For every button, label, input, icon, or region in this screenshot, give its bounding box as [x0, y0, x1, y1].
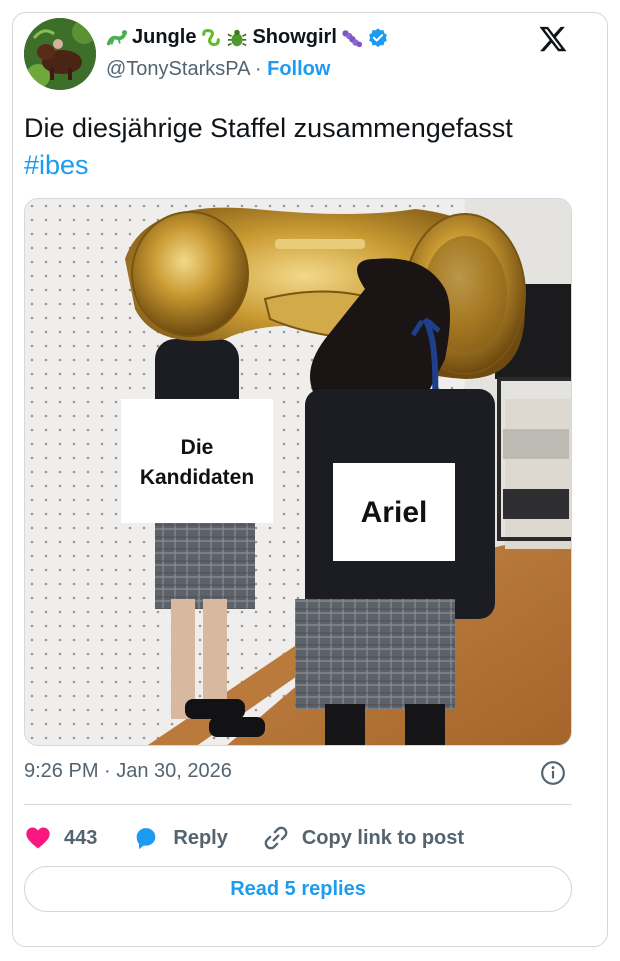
- follow-button[interactable]: Follow: [267, 58, 330, 80]
- tweet-body: Die diesjährige Staffel zusammengefasst: [24, 113, 513, 143]
- display-name[interactable]: Jungle Showgirl: [106, 26, 389, 49]
- link-icon: [264, 826, 288, 850]
- copy-link-button[interactable]: Copy link to post: [262, 824, 464, 852]
- label-left-line1: Die: [181, 436, 214, 459]
- lizard-icon: [106, 29, 128, 45]
- like-button[interactable]: 443: [24, 824, 97, 852]
- x-logo-icon[interactable]: [538, 24, 568, 54]
- display-name-part-1: Jungle: [132, 26, 197, 48]
- timestamp[interactable]: 9:26 PM · Jan 30, 2026: [24, 760, 232, 783]
- hashtag-link[interactable]: #ibes: [24, 150, 89, 180]
- label-right: Ariel: [361, 496, 428, 529]
- action-bar: 443 Reply Copy link to post: [24, 820, 498, 856]
- avatar[interactable]: [24, 18, 96, 90]
- handle[interactable]: @TonyStarksPA: [106, 58, 249, 80]
- reply-label: Reply: [173, 826, 228, 849]
- handle-separator: ·: [254, 58, 262, 80]
- tweet-text: Die diesjährige Staffel zusammengefasst …: [24, 110, 584, 184]
- divider: [24, 804, 572, 805]
- like-count: 443: [64, 826, 98, 849]
- snake-icon: [202, 28, 221, 46]
- handle-row: @TonyStarksPA · Follow: [106, 58, 330, 81]
- read-replies-button[interactable]: Read 5 replies: [24, 866, 572, 912]
- meme-photo: Die Kandidaten Ariel: [25, 199, 571, 745]
- copy-link-label: Copy link to post: [301, 826, 465, 849]
- beetle-icon: [227, 29, 247, 46]
- verified-badge-icon[interactable]: [367, 27, 389, 49]
- info-icon[interactable]: [540, 760, 566, 786]
- reply-icon: [137, 828, 156, 850]
- label-left-line2: Kandidaten: [140, 466, 254, 489]
- reply-button[interactable]: Reply: [131, 824, 228, 852]
- tweet-image[interactable]: Die Kandidaten Ariel: [24, 198, 572, 746]
- heart-icon: [26, 827, 50, 849]
- caterpillar-icon: [342, 29, 362, 47]
- display-name-part-2: Showgirl: [252, 26, 337, 48]
